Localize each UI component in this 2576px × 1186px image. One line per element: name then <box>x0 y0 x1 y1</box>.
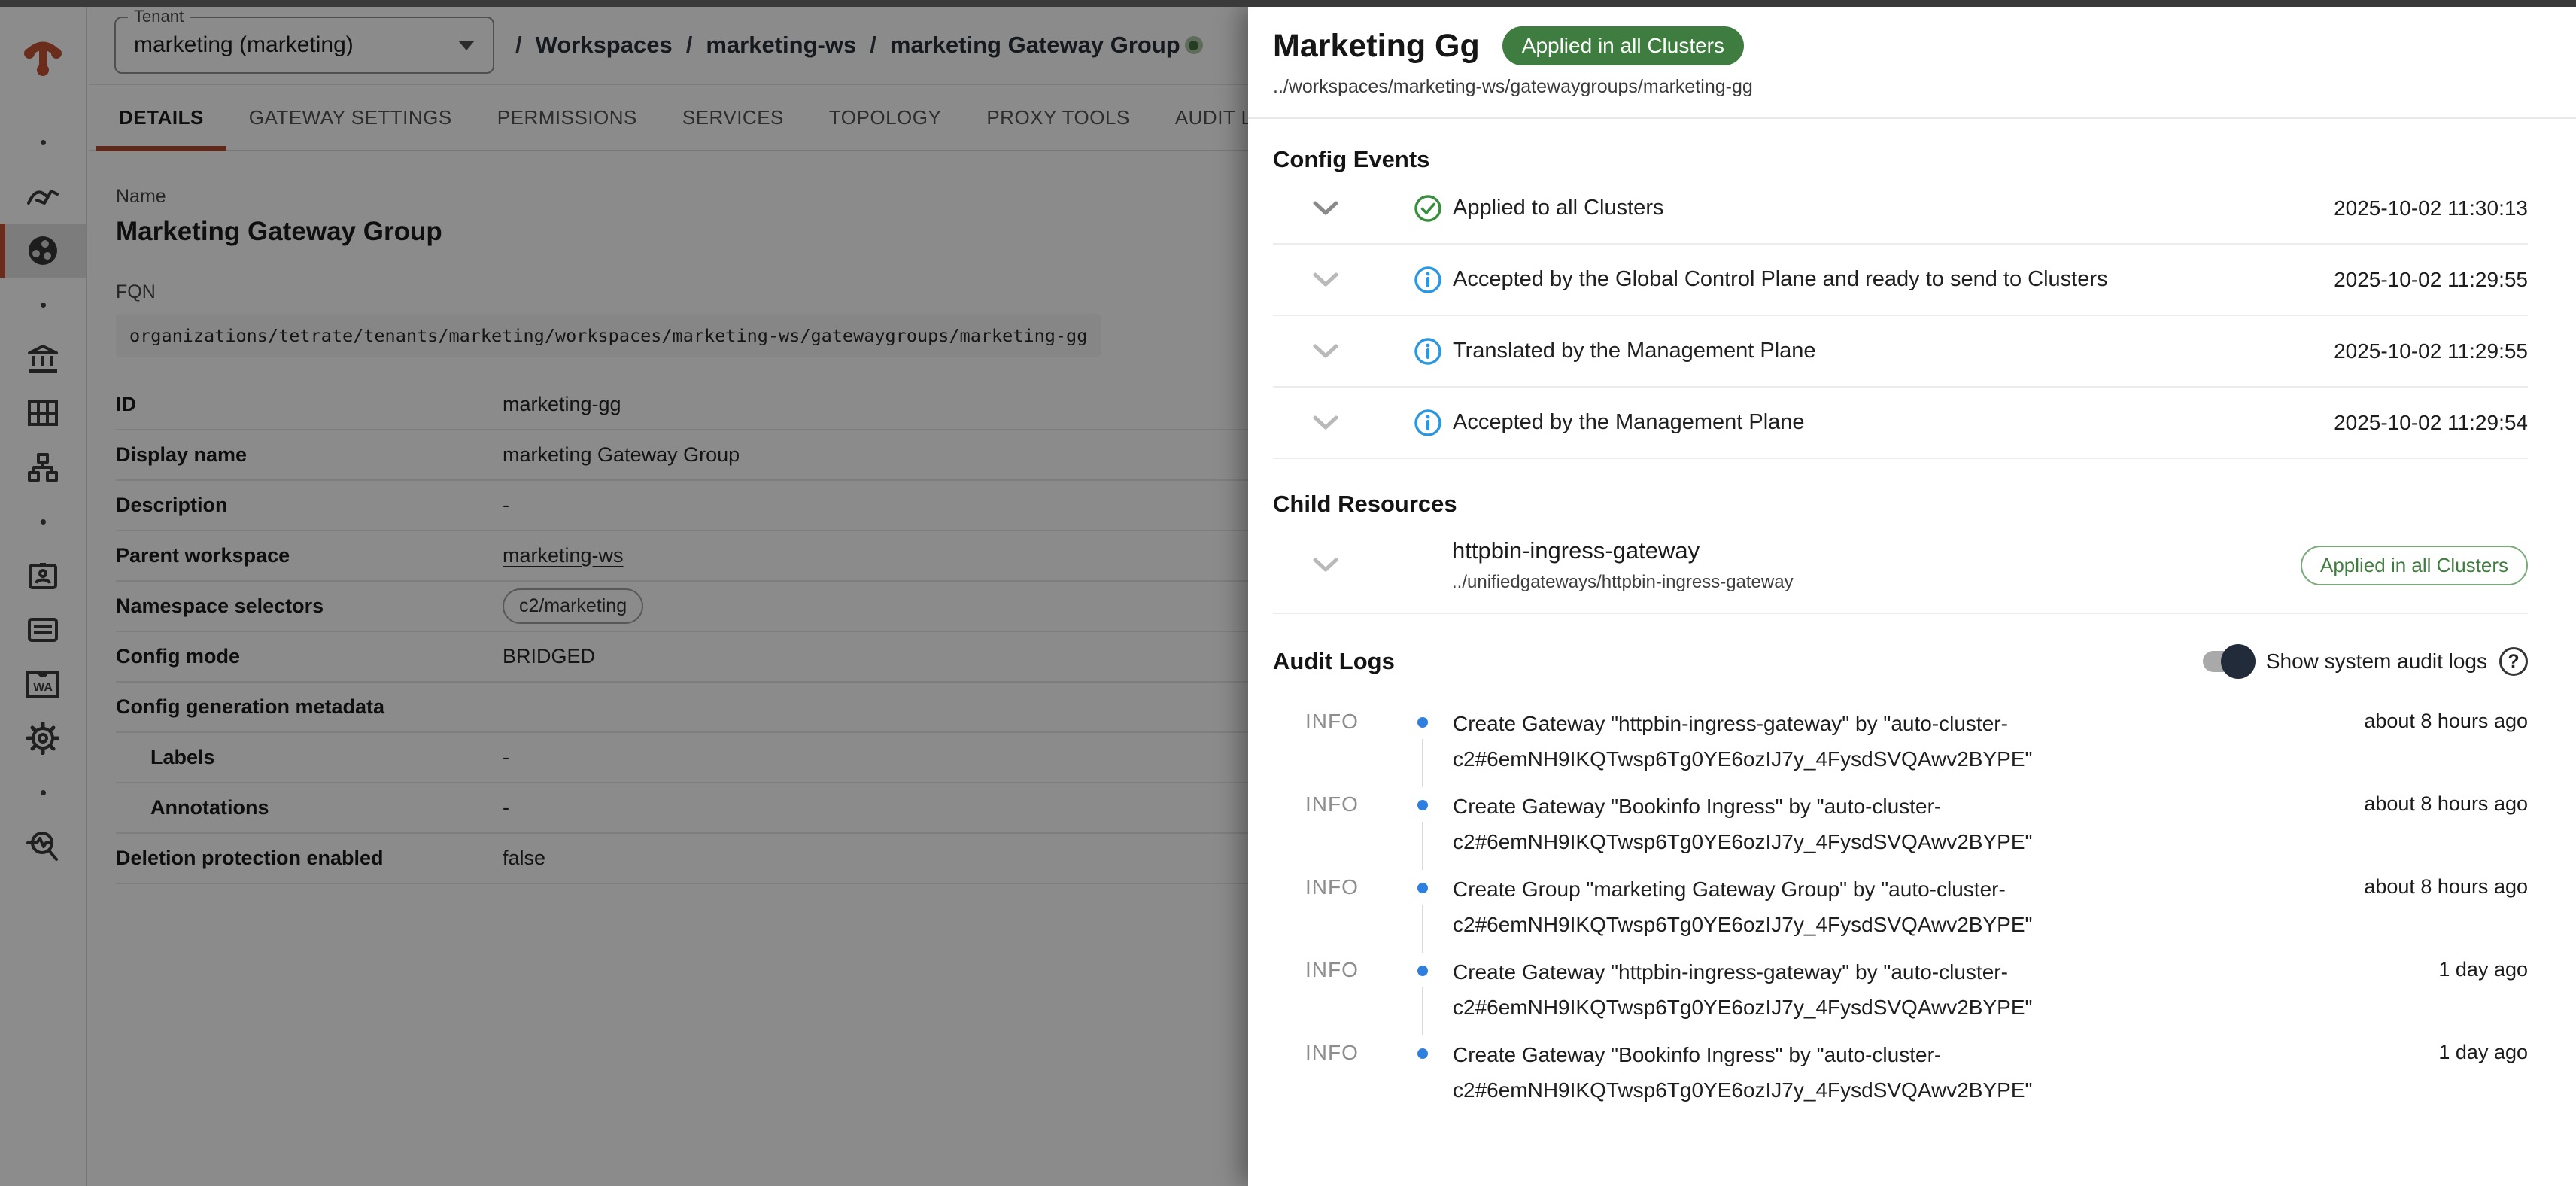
info-circle-icon <box>1414 337 1442 366</box>
chevron-down-icon[interactable] <box>1313 415 1338 430</box>
timeline <box>1417 954 1429 1025</box>
audit-log-entry: INFO Create Group "marketing Gateway Gro… <box>1273 871 2528 942</box>
child-resources-heading: Child Resources <box>1273 491 2528 518</box>
audit-relative-time: 1 day ago <box>2438 1037 2528 1064</box>
config-events-list: Applied to all Clusters 2025-10-02 11:30… <box>1273 173 2528 459</box>
child-resources-list: httpbin-ingress-gateway ../unifiedgatewa… <box>1273 522 2528 614</box>
config-event-row[interactable]: Accepted by the Global Control Plane and… <box>1273 245 2528 316</box>
drawer-header: Marketing Gg Applied in all Clusters ../… <box>1248 7 2576 119</box>
audit-message: Create Gateway "Bookinfo Ingress" by "au… <box>1453 1037 2333 1108</box>
timeline <box>1417 706 1429 777</box>
child-resource-path: ../unifiedgateways/httpbin-ingress-gatew… <box>1452 572 1794 593</box>
info-circle-icon <box>1414 266 1442 294</box>
timeline-connector <box>1422 987 1423 1035</box>
toggle-label: Show system audit logs <box>2266 649 2487 674</box>
drawer-title: Marketing Gg <box>1273 28 1480 65</box>
event-text: Translated by the Management Plane <box>1453 339 2334 363</box>
audit-relative-time: about 8 hours ago <box>2364 706 2528 733</box>
audit-relative-time: about 8 hours ago <box>2364 789 2528 816</box>
event-timestamp: 2025-10-02 11:29:54 <box>2334 411 2528 435</box>
audit-log-entry: INFO Create Gateway "Bookinfo Ingress" b… <box>1273 789 2528 859</box>
config-event-row[interactable]: Accepted by the Management Plane 2025-10… <box>1273 388 2528 459</box>
chevron-down-icon[interactable] <box>1313 558 1338 573</box>
audit-level: INFO <box>1305 954 1417 982</box>
config-events-heading: Config Events <box>1273 146 2528 173</box>
timeline-connector <box>1422 905 1423 953</box>
audit-level: INFO <box>1305 871 1417 899</box>
event-text: Accepted by the Global Control Plane and… <box>1453 267 2334 292</box>
help-icon[interactable]: ? <box>2499 647 2528 676</box>
child-resource-row[interactable]: httpbin-ingress-gateway ../unifiedgatewa… <box>1273 522 2528 614</box>
event-text: Applied to all Clusters <box>1453 196 2334 220</box>
audit-level: INFO <box>1305 706 1417 734</box>
event-timestamp: 2025-10-02 11:29:55 <box>2334 339 2528 363</box>
audit-dot-icon <box>1417 717 1428 728</box>
chevron-down-icon[interactable] <box>1313 272 1338 287</box>
drawer-resource-path: ../workspaces/marketing-ws/gatewaygroups… <box>1273 76 2528 98</box>
chevron-down-icon[interactable] <box>1313 201 1338 216</box>
timeline-connector <box>1422 739 1423 787</box>
audit-dot-icon <box>1417 800 1428 810</box>
audit-log-entry: INFO Create Gateway "httpbin-ingress-gat… <box>1273 706 2528 777</box>
timeline <box>1417 1037 1429 1108</box>
audit-level: INFO <box>1305 789 1417 817</box>
event-timestamp: 2025-10-02 11:30:13 <box>2334 196 2528 220</box>
window-top-strip <box>0 0 2576 7</box>
timeline <box>1417 789 1429 859</box>
audit-logs-heading: Audit Logs <box>1273 648 1395 675</box>
audit-message: Create Group "marketing Gateway Group" b… <box>1453 871 2333 942</box>
audit-dot-icon <box>1417 1048 1428 1059</box>
audit-message: Create Gateway "Bookinfo Ingress" by "au… <box>1453 789 2333 859</box>
audit-relative-time: 1 day ago <box>2438 954 2528 981</box>
audit-message: Create Gateway "httpbin-ingress-gateway"… <box>1453 706 2333 777</box>
audit-dot-icon <box>1417 966 1428 976</box>
child-resource-name[interactable]: httpbin-ingress-gateway <box>1452 537 1794 564</box>
audit-level: INFO <box>1305 1037 1417 1065</box>
audit-message: Create Gateway "httpbin-ingress-gateway"… <box>1453 954 2333 1025</box>
info-circle-icon <box>1414 409 1442 437</box>
audit-log-entry: INFO Create Gateway "httpbin-ingress-gat… <box>1273 954 2528 1025</box>
chevron-down-icon[interactable] <box>1313 344 1338 359</box>
resource-drawer: Marketing Gg Applied in all Clusters ../… <box>1248 7 2576 1186</box>
timeline <box>1417 871 1429 942</box>
audit-log-list: INFO Create Gateway "httpbin-ingress-gat… <box>1273 706 2528 1108</box>
status-badge: Applied in all Clusters <box>1502 26 1744 65</box>
audit-relative-time: about 8 hours ago <box>2364 871 2528 899</box>
event-timestamp: 2025-10-02 11:29:55 <box>2334 268 2528 292</box>
show-system-audit-logs-toggle[interactable] <box>2203 651 2252 672</box>
check-circle-icon <box>1414 194 1442 223</box>
audit-dot-icon <box>1417 883 1428 893</box>
event-text: Accepted by the Management Plane <box>1453 410 2334 435</box>
config-event-row[interactable]: Applied to all Clusters 2025-10-02 11:30… <box>1273 173 2528 245</box>
config-event-row[interactable]: Translated by the Management Plane 2025-… <box>1273 316 2528 388</box>
modal-dim-overlay[interactable] <box>0 0 1248 1186</box>
child-status-badge: Applied in all Clusters <box>2301 546 2528 585</box>
audit-log-entry: INFO Create Gateway "Bookinfo Ingress" b… <box>1273 1037 2528 1108</box>
timeline-connector <box>1422 822 1423 870</box>
